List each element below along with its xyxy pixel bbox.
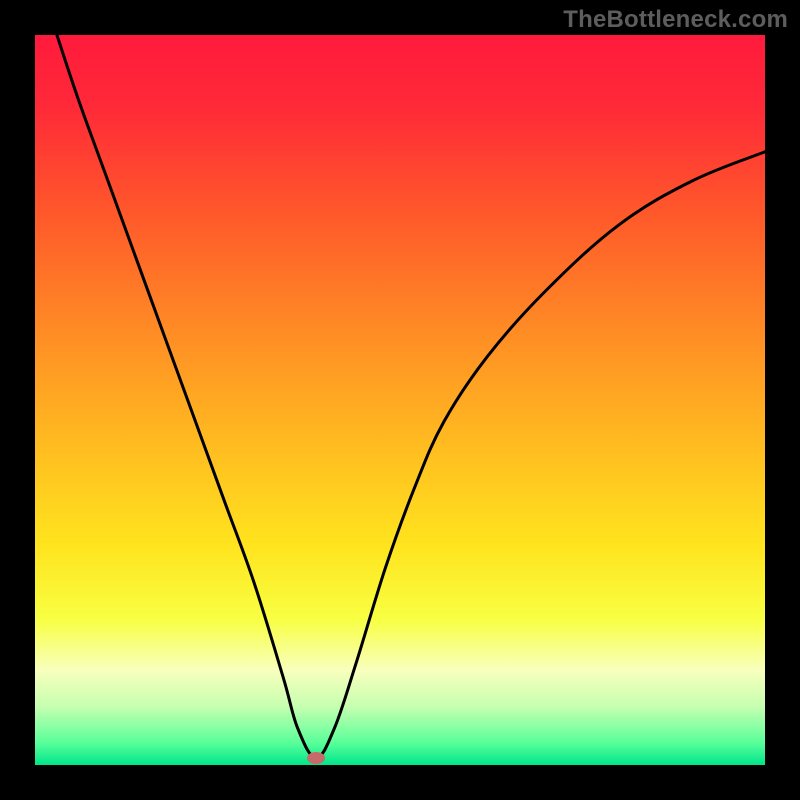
watermark-text: TheBottleneck.com bbox=[563, 6, 788, 34]
optimal-point-marker bbox=[307, 752, 325, 764]
plot-area bbox=[35, 35, 765, 765]
bottleneck-curve bbox=[35, 35, 765, 765]
chart-frame: TheBottleneck.com bbox=[0, 0, 800, 800]
